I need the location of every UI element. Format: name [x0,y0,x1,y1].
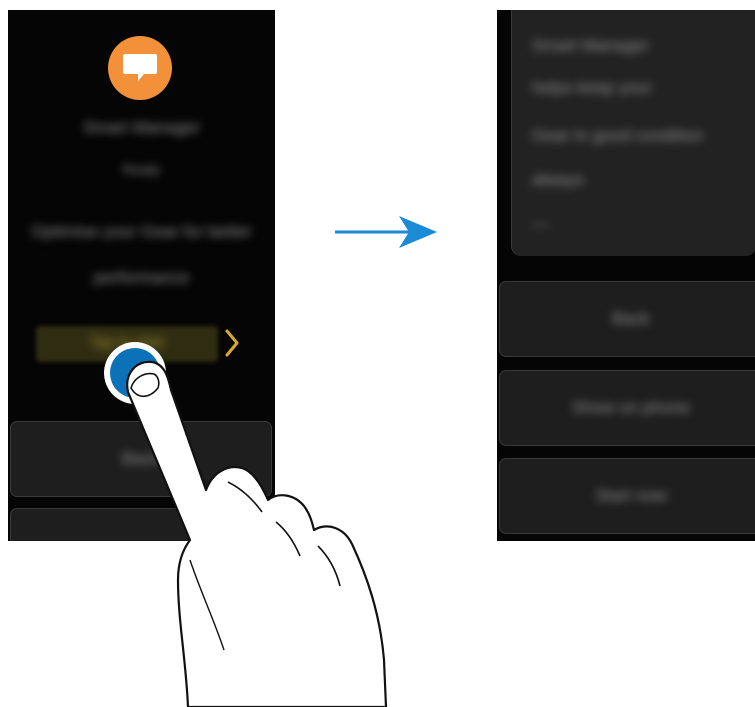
card-line-1: Smart Manager [532,36,650,55]
touch-indicator [104,342,166,404]
back-button-label: Back [122,449,160,468]
touch-point [110,348,160,398]
second-list-button[interactable] [10,508,272,541]
card-line-2: helps keep your [532,78,653,97]
back-button[interactable]: Back [10,421,272,497]
show-on-phone-button-label: Show on phone [571,398,691,417]
chat-bubble-icon [108,36,172,100]
card-line-5: — [532,214,549,233]
arrow-right-icon [335,216,437,248]
start-now-button[interactable]: Start now [499,458,755,534]
description-line-1: Optimise your Gear for better [31,222,252,241]
right-watch-screen: Smart Manager helps keep your Gear in go… [497,10,755,541]
info-card: Smart Manager helps keep your Gear in go… [511,10,755,256]
status-text: Ready [122,162,161,177]
description-line-2: performance [93,268,190,287]
second-list-button-label [11,509,271,541]
chevron-right-icon[interactable] [224,328,240,358]
title-text: Smart Manager [82,118,201,137]
card-line-3: Gear in good condition [532,126,704,145]
start-now-button-label: Start now [595,486,667,505]
back-button-label: Back [612,309,650,328]
back-button[interactable]: Back [499,281,755,357]
left-watch-screen: Smart Manager Ready Optimise your Gear f… [8,10,275,541]
card-line-4: always [532,170,584,189]
show-on-phone-button[interactable]: Show on phone [499,370,755,446]
